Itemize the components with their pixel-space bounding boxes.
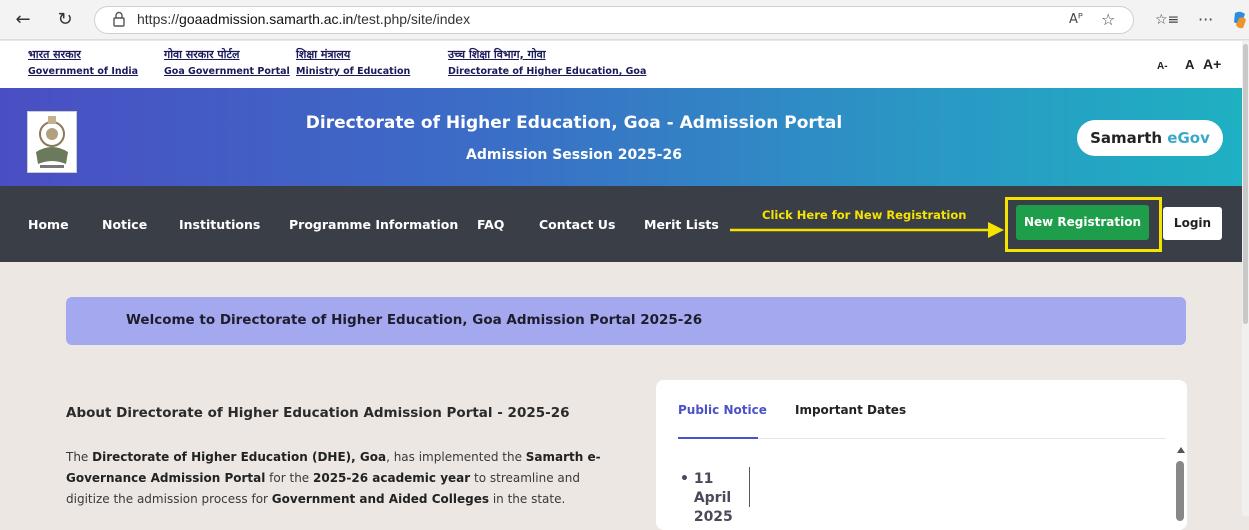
welcome-text: Welcome to Directorate of Higher Educati…	[126, 312, 703, 328]
gov-link-dhe-goa[interactable]: उच्च शिक्षा विभाग, गोवा Directorate of Hi…	[448, 47, 646, 77]
nav-home[interactable]: Home	[28, 217, 69, 232]
nav-contact-us[interactable]: Contact Us	[539, 217, 615, 232]
copilot-icon[interactable]	[1231, 10, 1249, 30]
notice-divider	[749, 467, 750, 507]
nav-merit-lists[interactable]: Merit Lists	[644, 217, 719, 232]
font-decrease-button[interactable]: A-	[1157, 61, 1168, 72]
nav-notice[interactable]: Notice	[102, 217, 147, 232]
gov-link-education-ministry[interactable]: शिक्षा मंत्रालय Ministry of Education	[296, 47, 410, 77]
notice-scrollbar[interactable]	[1176, 461, 1184, 521]
page-scrollbar-thumb[interactable]	[1243, 44, 1248, 324]
callout-arrow-icon	[730, 222, 1004, 238]
favorites-icon[interactable]: ☆≡	[1155, 10, 1179, 30]
font-normal-button[interactable]: A	[1185, 57, 1194, 72]
about-paragraph: The Directorate of Higher Education (DHE…	[66, 450, 601, 506]
session-subtitle: Admission Session 2025-26	[466, 147, 682, 163]
url-text: https://goaadmission.samarth.ac.in/test.…	[137, 11, 471, 27]
nav-institutions[interactable]: Institutions	[179, 217, 260, 232]
nav-programme-information[interactable]: Programme Information	[289, 217, 458, 232]
login-button[interactable]: Login	[1163, 207, 1222, 240]
read-aloud-icon[interactable]: Aᴾ	[1069, 10, 1083, 30]
reload-icon[interactable]: ↻	[54, 9, 76, 31]
font-increase-button[interactable]: A+	[1203, 56, 1221, 72]
gov-link-goa-portal[interactable]: गोवा सरकार पोर्टल Goa Government Portal	[164, 47, 290, 77]
tab-public-notice[interactable]: Public Notice	[678, 403, 767, 417]
lock-icon	[113, 11, 125, 27]
nav-faq[interactable]: FAQ	[477, 217, 504, 232]
gov-link-india[interactable]: भारत सरकार Government of India	[28, 47, 138, 77]
notice-item[interactable]: • 11 April 2025	[680, 470, 754, 527]
samarth-egov-logo[interactable]: Samarth eGov	[1077, 120, 1223, 156]
back-arrow-icon[interactable]: ←	[12, 9, 34, 31]
tab-important-dates[interactable]: Important Dates	[795, 403, 906, 417]
favorite-star-icon[interactable]: ☆	[1101, 10, 1115, 30]
header-banner	[0, 88, 1242, 186]
more-menu-icon[interactable]: ···	[1198, 10, 1213, 30]
active-tab-indicator	[678, 437, 758, 439]
new-registration-button[interactable]: New Registration	[1016, 205, 1149, 240]
welcome-banner: Welcome to Directorate of Higher Educati…	[66, 297, 1186, 345]
scroll-up-icon[interactable]	[1177, 447, 1185, 453]
portal-title: Directorate of Higher Education, Goa - A…	[305, 113, 843, 133]
about-heading: About Directorate of Higher Education Ad…	[66, 405, 570, 421]
